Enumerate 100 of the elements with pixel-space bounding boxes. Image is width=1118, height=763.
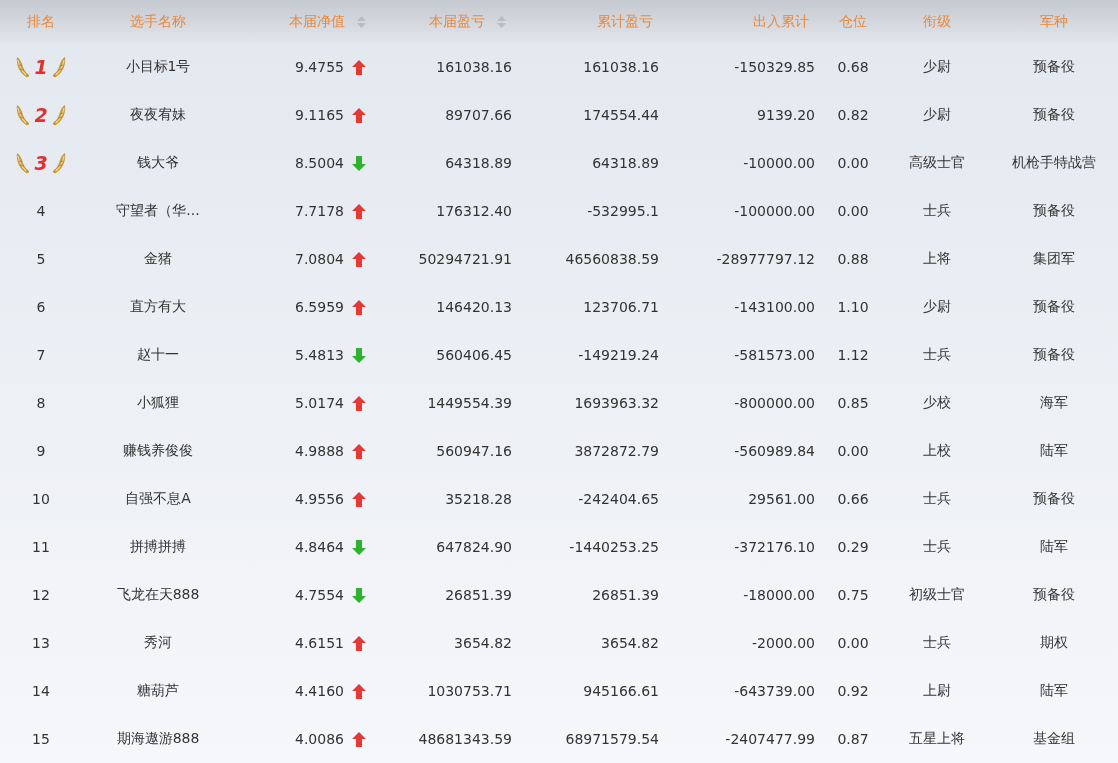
rank-number: 4 (36, 203, 46, 219)
net-value: 4.6151 (295, 635, 344, 651)
rank-title: 士兵 (922, 346, 951, 364)
sort-icon[interactable] (357, 15, 366, 28)
flow-value: -2000.00 (752, 635, 815, 651)
rank-title: 初级士官 (908, 586, 965, 604)
player-name: 夜夜宥妹 (130, 106, 186, 124)
flow-value: -581573.00 (734, 347, 815, 363)
column-header[interactable]: 本届盈亏 (429, 12, 485, 31)
player-name: 赚钱养俊俊 (123, 442, 193, 460)
flow-value: -643739.00 (734, 683, 815, 699)
rank-number: 8 (36, 395, 46, 411)
branch-name: 预备役 (1033, 586, 1075, 604)
position-value: 0.68 (837, 59, 869, 75)
net-value: 6.5959 (295, 299, 344, 315)
branch-name: 预备役 (1033, 106, 1075, 124)
total-profit-value: 3872872.79 (574, 443, 659, 459)
branch-name: 海军 (1040, 394, 1068, 412)
flow-value: 29561.00 (748, 491, 815, 507)
wing-icon (16, 104, 31, 126)
branch-name: 陆军 (1040, 538, 1068, 556)
rank-title: 高级士官 (908, 154, 965, 172)
total-profit-value: -1440253.25 (569, 539, 659, 555)
position-value: 0.88 (837, 251, 869, 267)
profit-value: 50294721.91 (418, 251, 512, 267)
column-header: 仓位 (839, 12, 867, 31)
net-value: 5.4813 (295, 347, 344, 363)
profit-value: 176312.40 (436, 203, 512, 219)
profit-value: 35218.28 (445, 491, 512, 507)
rank-number: 15 (32, 731, 50, 747)
profit-value: 1030753.71 (427, 683, 512, 699)
column-header: 出入累计 (753, 12, 809, 31)
profit-value: 560947.16 (436, 443, 512, 459)
wing-icon (16, 152, 31, 174)
column-header: 衔级 (922, 12, 951, 31)
rank-title: 士兵 (922, 490, 951, 508)
total-profit-value: 123706.71 (583, 299, 659, 315)
net-value: 8.5004 (295, 155, 344, 171)
net-value: 7.7178 (295, 203, 344, 219)
net-value: 5.0174 (295, 395, 344, 411)
rank-title: 士兵 (922, 634, 951, 652)
total-profit-value: 68971579.54 (565, 731, 659, 747)
position-value: 0.00 (837, 155, 869, 171)
position-value: 0.00 (837, 443, 869, 459)
wing-icon (51, 152, 66, 174)
rank-title: 上尉 (922, 682, 951, 700)
column-header: 累计盈亏 (597, 12, 653, 31)
rank-number: 12 (32, 587, 50, 603)
rank-title: 少尉 (922, 106, 951, 124)
profit-value: 146420.13 (436, 299, 512, 315)
position-value: 0.82 (837, 107, 869, 123)
branch-name: 预备役 (1033, 346, 1075, 364)
total-profit-value: -532995.1 (587, 203, 659, 219)
net-value: 4.7554 (295, 587, 344, 603)
profit-value: 161038.16 (436, 59, 512, 75)
player-name: 小狐狸 (137, 394, 179, 412)
wing-icon (16, 56, 31, 78)
rank-title: 五星上将 (908, 730, 965, 748)
column-header[interactable]: 本届净值 (289, 12, 345, 31)
player-name: 直方有大 (130, 298, 186, 316)
profit-value: 647824.90 (436, 539, 512, 555)
net-value: 4.0086 (295, 731, 344, 747)
flow-value: -143100.00 (734, 299, 815, 315)
rank-title: 少尉 (922, 298, 951, 316)
rank-number: 2 (34, 104, 48, 126)
player-name: 飞龙在天888 (116, 586, 200, 604)
flow-value: -800000.00 (734, 395, 815, 411)
rank-number: 14 (32, 683, 50, 699)
flow-value: -100000.00 (734, 203, 815, 219)
position-value: 0.29 (837, 539, 869, 555)
profit-value: 64318.89 (445, 155, 512, 171)
net-value: 4.9888 (295, 443, 344, 459)
position-value: 1.10 (837, 299, 869, 315)
player-name: 钱大爷 (137, 154, 179, 172)
position-value: 0.00 (837, 635, 869, 651)
rank-number: 5 (36, 251, 46, 267)
rank-number: 9 (36, 443, 46, 459)
total-profit-value: 46560838.59 (565, 251, 659, 267)
player-name: 小目标1号 (125, 58, 191, 76)
rank-title: 士兵 (922, 538, 951, 556)
branch-name: 预备役 (1033, 202, 1075, 220)
branch-name: 陆军 (1040, 442, 1068, 460)
rank-title: 少尉 (922, 58, 951, 76)
player-name: 糖葫芦 (137, 682, 179, 700)
sort-icon[interactable] (497, 15, 506, 28)
profit-value: 1449554.39 (427, 395, 512, 411)
branch-name: 预备役 (1033, 298, 1075, 316)
player-name: 金猪 (144, 250, 172, 268)
net-value: 7.0804 (295, 251, 344, 267)
rank-title: 少校 (922, 394, 951, 412)
total-profit-value: 945166.61 (583, 683, 659, 699)
flow-value: -18000.00 (743, 587, 815, 603)
total-profit-value: 174554.44 (583, 107, 659, 123)
flow-value: -372176.10 (734, 539, 815, 555)
total-profit-value: 26851.39 (592, 587, 659, 603)
rank-number: 6 (36, 299, 46, 315)
rank-title: 上校 (922, 442, 951, 460)
rank-number: 3 (34, 152, 48, 174)
rank-number: 1 (34, 56, 48, 78)
branch-name: 预备役 (1033, 490, 1075, 508)
